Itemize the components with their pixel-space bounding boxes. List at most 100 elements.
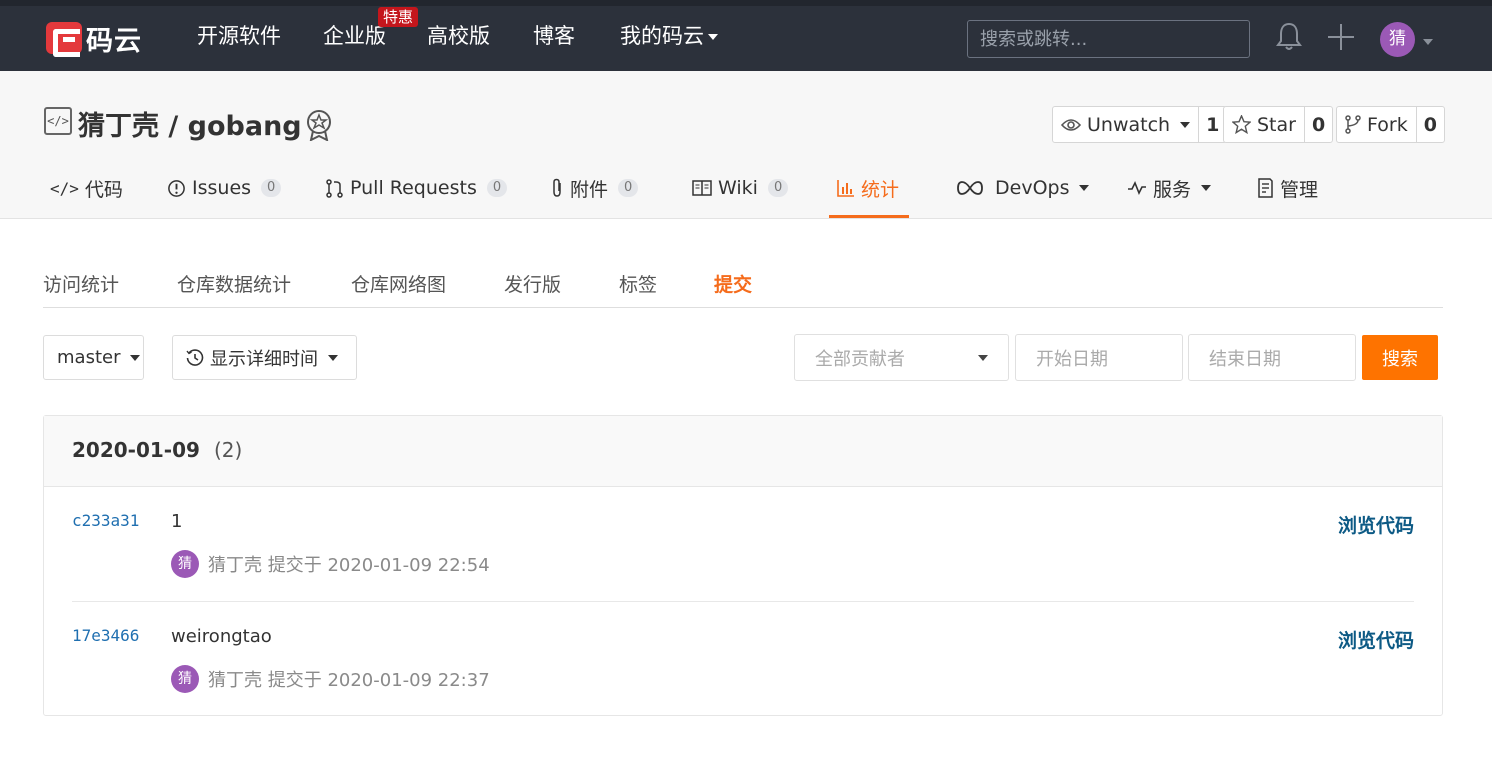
tab-statistics-label: 统计 bbox=[861, 178, 900, 201]
commit-meta: 猜丁壳 提交于 2020-01-09 22:54 bbox=[208, 555, 490, 576]
commit-sha-link[interactable]: 17e3466 bbox=[72, 626, 139, 645]
code-repo-icon: </> bbox=[44, 107, 72, 135]
commit-row: 17e3466 weirongtao 猜 猜丁壳 提交于 2020-01-09 … bbox=[72, 602, 1414, 716]
subtab-commits[interactable]: 提交 bbox=[714, 270, 752, 297]
branch-select[interactable]: master bbox=[43, 335, 144, 380]
nav-my-gitee-label: 我的码云 bbox=[620, 24, 704, 48]
tab-issues[interactable]: Issues 0 bbox=[167, 175, 282, 201]
code-icon: </> bbox=[50, 178, 79, 198]
fork-icon bbox=[1345, 115, 1361, 134]
plus-icon[interactable] bbox=[1328, 24, 1354, 50]
subtab-divider bbox=[43, 307, 1443, 308]
fork-label: Fork bbox=[1367, 113, 1408, 136]
paperclip-icon bbox=[553, 178, 561, 197]
star-button-group[interactable]: Star 0 bbox=[1223, 106, 1334, 143]
top-navbar: 码云 开源软件 企业版 特惠 高校版 博客 我的码云 猜 bbox=[0, 0, 1492, 71]
wiki-count: 0 bbox=[767, 179, 789, 197]
tab-wiki-label: Wiki bbox=[718, 177, 758, 199]
subtab-repo-data-stats[interactable]: 仓库数据统计 bbox=[177, 270, 291, 297]
pulse-icon bbox=[1128, 181, 1146, 195]
tab-manage-label: 管理 bbox=[1280, 178, 1319, 201]
subtab-releases[interactable]: 发行版 bbox=[504, 270, 561, 297]
tab-services-label: 服务 bbox=[1153, 178, 1192, 201]
commit-author-row: 猜 猜丁壳 提交于 2020-01-09 22:54 bbox=[171, 550, 490, 578]
tab-attachments[interactable]: 附件 0 bbox=[550, 175, 639, 201]
nav-university[interactable]: 高校版 bbox=[427, 21, 490, 51]
chevron-down-icon[interactable] bbox=[1423, 39, 1433, 45]
tab-code[interactable]: </> 代码 bbox=[50, 175, 123, 201]
tab-devops[interactable]: DevOps bbox=[957, 175, 1090, 201]
end-date-input[interactable]: 结束日期 bbox=[1188, 334, 1356, 381]
tab-issues-label: Issues bbox=[192, 177, 252, 199]
issues-count: 0 bbox=[261, 179, 282, 197]
browse-code-link[interactable]: 浏览代码 bbox=[1338, 626, 1414, 653]
bell-icon[interactable] bbox=[1276, 21, 1302, 51]
settings-document-icon bbox=[1258, 178, 1273, 198]
browse-code-link[interactable]: 浏览代码 bbox=[1338, 511, 1414, 538]
tab-pull-requests-label: Pull Requests bbox=[350, 177, 477, 199]
unwatch-label: Unwatch bbox=[1087, 113, 1171, 136]
tab-services[interactable]: 服务 bbox=[1127, 175, 1212, 201]
watch-button-group[interactable]: Unwatch 1 bbox=[1052, 106, 1228, 143]
chevron-down-icon bbox=[130, 354, 141, 361]
commit-message[interactable]: weirongtao bbox=[171, 626, 272, 647]
attachments-count: 0 bbox=[618, 179, 639, 197]
tab-manage[interactable]: 管理 bbox=[1257, 175, 1318, 201]
global-search-input[interactable] bbox=[967, 20, 1250, 58]
commit-meta: 猜丁壳 提交于 2020-01-09 22:37 bbox=[208, 670, 490, 691]
history-clock-icon bbox=[186, 348, 204, 366]
start-date-placeholder: 开始日期 bbox=[1036, 348, 1108, 370]
pull-requests-count: 0 bbox=[486, 179, 508, 197]
unwatch-button[interactable]: Unwatch bbox=[1053, 107, 1200, 142]
fork-button-group[interactable]: Fork 0 bbox=[1336, 106, 1445, 143]
book-icon bbox=[692, 180, 712, 196]
chevron-down-icon bbox=[328, 354, 338, 361]
commit-group-date: 2020-01-09 bbox=[72, 438, 200, 462]
star-count[interactable]: 0 bbox=[1305, 107, 1332, 142]
user-avatar[interactable]: 猜 bbox=[1380, 22, 1415, 57]
subtab-tags[interactable]: 标签 bbox=[619, 270, 657, 297]
chevron-down-icon bbox=[708, 34, 718, 40]
branch-select-value: master bbox=[57, 347, 121, 368]
author-avatar[interactable]: 猜 bbox=[171, 665, 199, 693]
nav-enterprise[interactable]: 企业版 bbox=[323, 21, 386, 51]
nav-open-source[interactable]: 开源软件 bbox=[197, 21, 281, 51]
commit-author-row: 猜 猜丁壳 提交于 2020-01-09 22:37 bbox=[171, 665, 490, 693]
time-mode-select[interactable]: 显示详细时间 bbox=[172, 335, 357, 380]
tab-pull-requests[interactable]: Pull Requests 0 bbox=[326, 175, 508, 201]
chevron-down-icon bbox=[1201, 185, 1212, 191]
promo-badge: 特惠 bbox=[378, 7, 419, 27]
tab-statistics[interactable]: 统计 bbox=[837, 175, 899, 201]
site-logo[interactable]: 码云 bbox=[46, 20, 142, 57]
tab-attachments-label: 附件 bbox=[570, 178, 609, 201]
eye-icon bbox=[1061, 118, 1081, 131]
subtab-network-graph[interactable]: 仓库网络图 bbox=[351, 270, 446, 297]
commit-list: 2020-01-09 (2) c233a31 1 猜 猜丁壳 提交于 2020-0… bbox=[43, 415, 1443, 716]
tab-devops-label: DevOps bbox=[995, 177, 1070, 199]
end-date-placeholder: 结束日期 bbox=[1209, 348, 1281, 370]
star-icon bbox=[1232, 115, 1251, 134]
star-label: Star bbox=[1257, 113, 1296, 136]
fork-button[interactable]: Fork bbox=[1337, 107, 1417, 142]
repo-header: </> 猜丁壳 / gobang Unwatch 1 Star 0 Fork 0… bbox=[0, 71, 1492, 219]
tab-code-label: 代码 bbox=[84, 178, 123, 201]
active-tab-indicator bbox=[829, 215, 909, 218]
repo-title[interactable]: 猜丁壳 / gobang bbox=[78, 104, 302, 143]
time-mode-value: 显示详细时间 bbox=[210, 348, 318, 370]
commit-message[interactable]: 1 bbox=[171, 511, 182, 532]
commit-group-header: 2020-01-09 (2) bbox=[44, 416, 1442, 487]
search-button[interactable]: 搜索 bbox=[1362, 335, 1438, 380]
star-button[interactable]: Star bbox=[1224, 107, 1305, 142]
author-avatar[interactable]: 猜 bbox=[171, 550, 199, 578]
tab-wiki[interactable]: Wiki 0 bbox=[692, 175, 789, 201]
fork-count[interactable]: 0 bbox=[1417, 107, 1444, 142]
chevron-down-icon bbox=[1180, 121, 1191, 128]
contributors-select[interactable]: 全部贡献者 bbox=[794, 334, 1009, 381]
award-badge-icon bbox=[307, 110, 331, 141]
subtab-visit-stats[interactable]: 访问统计 bbox=[43, 270, 119, 297]
start-date-input[interactable]: 开始日期 bbox=[1015, 334, 1183, 381]
nav-blog[interactable]: 博客 bbox=[533, 21, 575, 51]
commit-sha-link[interactable]: c233a31 bbox=[72, 511, 139, 530]
nav-my-gitee[interactable]: 我的码云 bbox=[620, 21, 718, 51]
bar-chart-icon bbox=[837, 180, 854, 197]
